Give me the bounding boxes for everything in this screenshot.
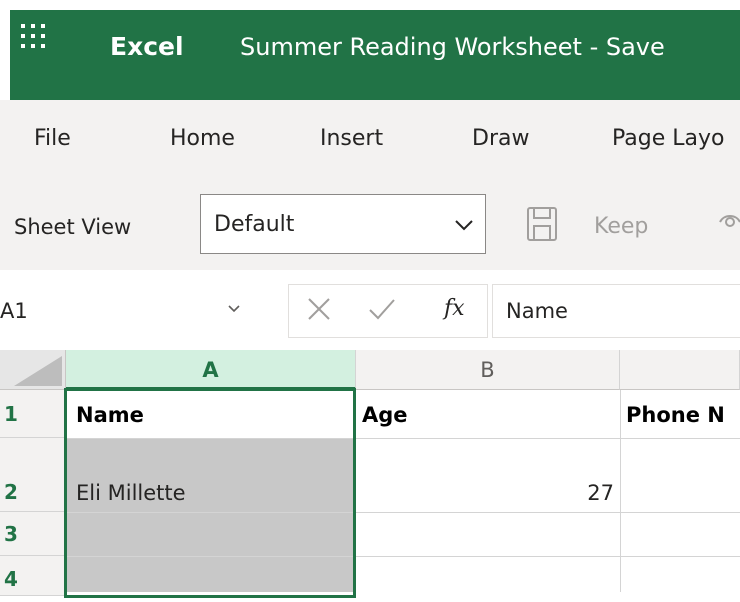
cell-c1-value[interactable]: Phone N: [626, 400, 725, 430]
cell-b1-value[interactable]: Age: [362, 400, 408, 430]
sheet-view-label: Sheet View: [14, 215, 132, 239]
document-title[interactable]: Summer Reading Worksheet - Save: [240, 28, 665, 66]
close-icon[interactable]: [306, 296, 332, 322]
tab-insert[interactable]: Insert: [320, 124, 383, 154]
keep-button[interactable]: Keep: [594, 212, 648, 242]
tab-draw[interactable]: Draw: [472, 124, 529, 154]
chevron-down-icon: [455, 220, 473, 231]
row-header-3[interactable]: 3: [0, 512, 66, 556]
app-name[interactable]: Excel: [110, 28, 184, 66]
column-divider: [620, 390, 621, 592]
column-header-b[interactable]: B: [356, 350, 620, 390]
row-header-2[interactable]: 2: [0, 438, 66, 512]
row-header-1[interactable]: 1: [0, 390, 66, 438]
row-header-4[interactable]: 4: [0, 556, 66, 596]
name-box-value: A1: [0, 299, 28, 323]
fx-icon[interactable]: fx: [444, 294, 465, 324]
eye-icon[interactable]: [718, 210, 740, 234]
column-header-a[interactable]: A: [66, 350, 356, 390]
tab-home[interactable]: Home: [170, 124, 235, 154]
tab-page-layout[interactable]: Page Layo: [612, 124, 724, 154]
tab-file[interactable]: File: [34, 124, 71, 154]
save-icon[interactable]: [526, 206, 558, 242]
cell-b2-value[interactable]: 27: [356, 478, 614, 508]
name-box[interactable]: [0, 286, 250, 338]
check-icon[interactable]: [368, 296, 396, 322]
select-all-icon: [14, 356, 62, 386]
sheet-view-select-value: Default: [214, 212, 295, 237]
chevron-down-icon[interactable]: [228, 305, 240, 313]
waffle-icon[interactable]: [21, 24, 45, 48]
formula-value: Name: [506, 299, 568, 323]
selection-border: [64, 388, 356, 598]
column-header-c[interactable]: [620, 350, 740, 390]
